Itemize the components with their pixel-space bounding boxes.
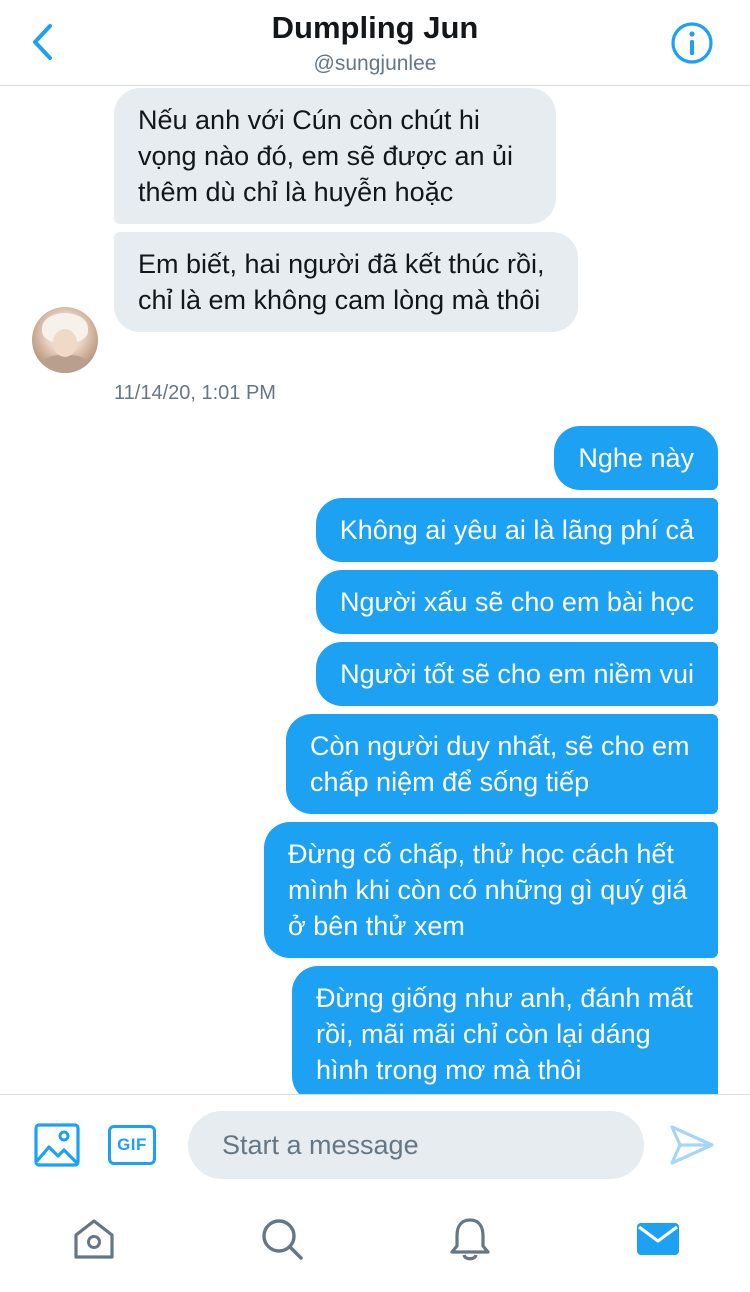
outgoing-message[interactable]: Còn người duy nhất, sẽ cho em chấp niệm … — [286, 714, 718, 814]
tab-notifications[interactable] — [446, 1216, 494, 1262]
outgoing-message[interactable]: Người xấu sẽ cho em bài học — [316, 570, 718, 634]
incoming-message[interactable]: Nếu anh với Cún còn chút hi vọng nào đó,… — [114, 88, 556, 224]
tab-home[interactable] — [70, 1216, 118, 1262]
conversation-header: Dumpling Jun @sungjunlee — [0, 0, 750, 86]
conversation-handle[interactable]: @sungjunlee — [0, 50, 750, 78]
image-icon — [34, 1123, 80, 1167]
outgoing-message[interactable]: Nghe này — [554, 426, 718, 490]
tab-search[interactable] — [258, 1216, 306, 1262]
outgoing-message[interactable]: Đừng giống như anh, đánh mất rồi, mãi mã… — [292, 966, 718, 1094]
incoming-message[interactable]: Em biết, hai người đã kết thúc rồi, chỉ … — [114, 232, 578, 332]
mail-icon — [637, 1223, 679, 1255]
header-titles[interactable]: Dumpling Jun @sungjunlee — [0, 10, 750, 78]
avatar[interactable] — [32, 307, 98, 373]
send-button[interactable] — [668, 1123, 716, 1167]
outgoing-message[interactable]: Người tốt sẽ cho em niềm vui — [316, 642, 718, 706]
gif-button[interactable]: GIF — [108, 1125, 156, 1165]
tab-messages[interactable] — [634, 1216, 682, 1262]
message-timestamp: 11/14/20, 1:01 PM — [114, 382, 276, 404]
search-icon — [262, 1219, 303, 1260]
outgoing-message[interactable]: Đừng cố chấp, thử học cách hết mình khi … — [264, 822, 718, 958]
message-input[interactable] — [188, 1111, 644, 1179]
info-button[interactable] — [670, 21, 714, 65]
message-composer: GIF — [0, 1094, 750, 1194]
info-circle-icon — [671, 22, 713, 64]
send-icon — [670, 1125, 714, 1165]
outgoing-message[interactable]: Không ai yêu ai là lãng phí cả — [315, 498, 718, 562]
bottom-navigation — [0, 1194, 750, 1292]
message-list[interactable]: Nếu anh với Cún còn chút hi vọng nào đó,… — [0, 86, 750, 1094]
add-media-button[interactable] — [34, 1123, 80, 1167]
bell-icon — [450, 1218, 490, 1261]
conversation-title[interactable]: Dumpling Jun — [0, 10, 750, 46]
home-icon — [74, 1219, 114, 1259]
